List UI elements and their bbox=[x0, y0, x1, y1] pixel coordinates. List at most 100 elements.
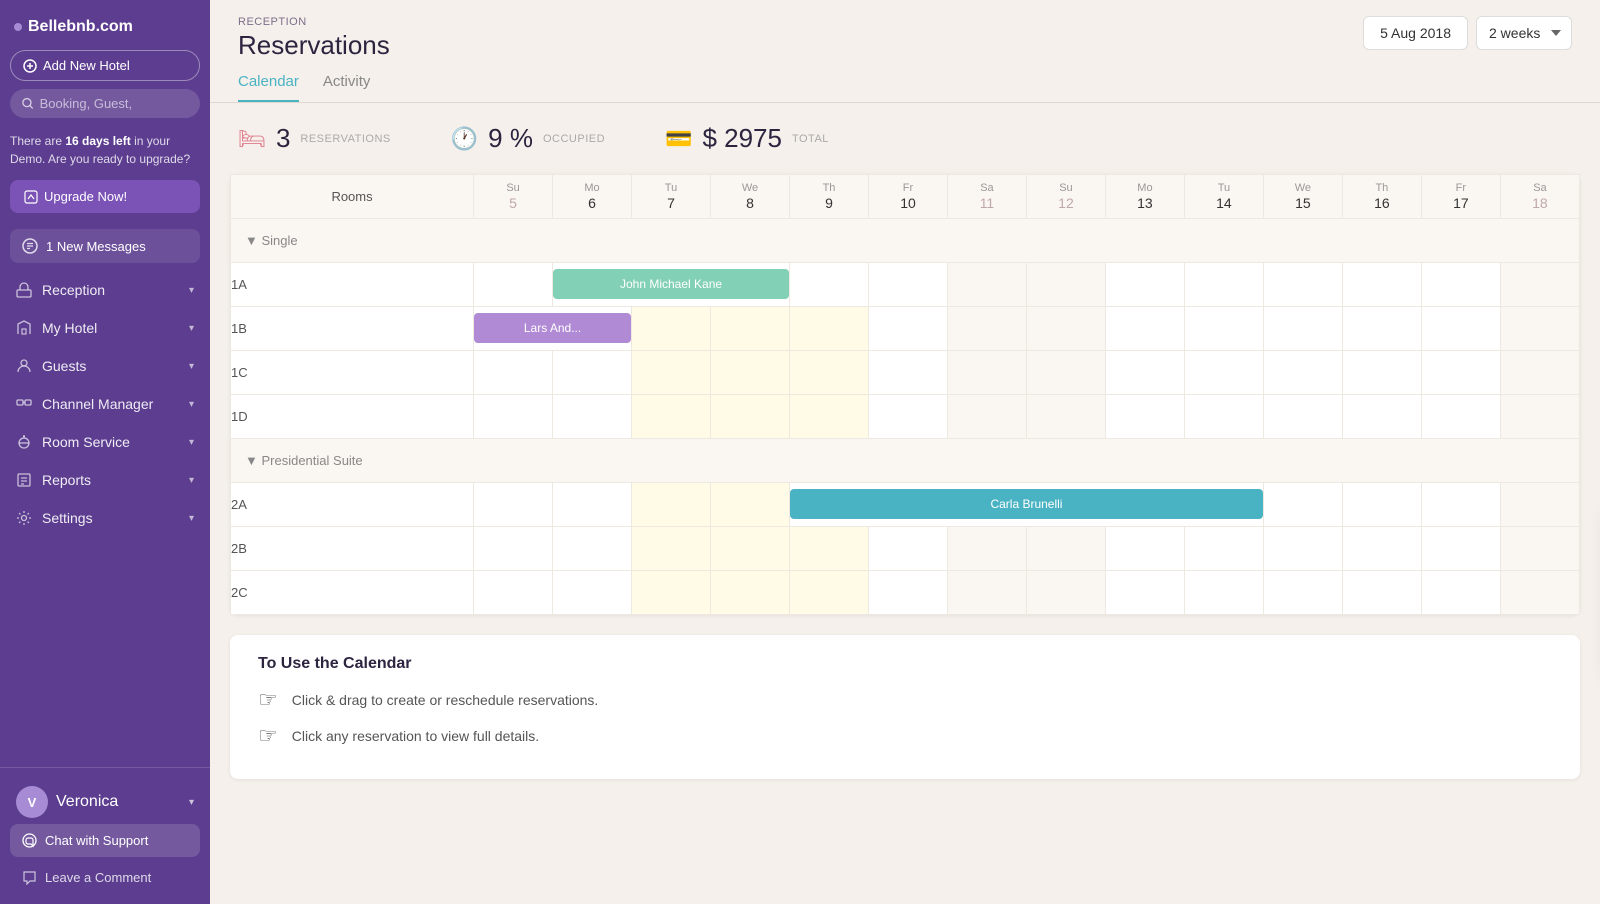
day-cell[interactable] bbox=[868, 571, 947, 615]
day-cell[interactable] bbox=[553, 483, 632, 527]
day-cell[interactable] bbox=[947, 571, 1026, 615]
day-cell[interactable] bbox=[711, 483, 790, 527]
day-cell[interactable] bbox=[1105, 527, 1184, 571]
day-cell[interactable] bbox=[474, 483, 553, 527]
tab-calendar[interactable]: Calendar bbox=[238, 73, 299, 102]
day-cell[interactable] bbox=[711, 351, 790, 395]
day-cell[interactable] bbox=[790, 351, 869, 395]
day-cell[interactable] bbox=[1026, 307, 1105, 351]
day-cell[interactable] bbox=[632, 571, 711, 615]
day-cell[interactable] bbox=[868, 527, 947, 571]
day-cell[interactable] bbox=[1184, 571, 1263, 615]
sidebar-item-room-service[interactable]: Room Service ▾ bbox=[0, 423, 210, 461]
day-cell[interactable] bbox=[1421, 571, 1500, 615]
day-cell[interactable] bbox=[632, 483, 711, 527]
day-cell[interactable] bbox=[1500, 351, 1579, 395]
day-cell[interactable] bbox=[1105, 395, 1184, 439]
reservation-carla[interactable]: Carla Brunelli bbox=[790, 489, 1263, 519]
add-new-hotel-button[interactable]: Add New Hotel bbox=[10, 50, 200, 81]
day-cell[interactable] bbox=[474, 263, 553, 307]
chat-support-button[interactable]: Chat with Support bbox=[10, 824, 200, 857]
day-cell[interactable] bbox=[1421, 483, 1500, 527]
day-cell[interactable] bbox=[632, 527, 711, 571]
day-cell[interactable] bbox=[1421, 263, 1500, 307]
day-cell[interactable] bbox=[553, 527, 632, 571]
day-cell[interactable] bbox=[1500, 527, 1579, 571]
day-cell[interactable] bbox=[868, 351, 947, 395]
day-cell[interactable] bbox=[1263, 395, 1342, 439]
day-cell[interactable] bbox=[1105, 571, 1184, 615]
sidebar-item-settings[interactable]: Settings ▾ bbox=[0, 499, 210, 537]
day-cell[interactable] bbox=[474, 571, 553, 615]
day-cell[interactable] bbox=[1342, 307, 1421, 351]
day-cell[interactable] bbox=[474, 527, 553, 571]
period-select[interactable]: 2 weeks 1 week 4 weeks bbox=[1476, 16, 1572, 50]
day-cell[interactable] bbox=[1105, 307, 1184, 351]
day-cell[interactable] bbox=[1184, 395, 1263, 439]
day-cell[interactable] bbox=[632, 307, 711, 351]
day-cell[interactable] bbox=[1263, 351, 1342, 395]
day-cell[interactable] bbox=[1421, 395, 1500, 439]
day-cell[interactable] bbox=[1026, 351, 1105, 395]
day-cell[interactable] bbox=[1500, 571, 1579, 615]
sidebar-item-guests[interactable]: Guests ▾ bbox=[0, 347, 210, 385]
day-cell[interactable] bbox=[790, 395, 869, 439]
day-cell[interactable] bbox=[1342, 263, 1421, 307]
day-cell[interactable] bbox=[1263, 527, 1342, 571]
day-cell[interactable] bbox=[1342, 483, 1421, 527]
upgrade-now-button[interactable]: Upgrade Now! bbox=[10, 180, 200, 213]
day-cell[interactable] bbox=[1500, 395, 1579, 439]
day-cell[interactable] bbox=[947, 395, 1026, 439]
day-cell[interactable] bbox=[1105, 263, 1184, 307]
day-cell[interactable] bbox=[947, 351, 1026, 395]
day-cell[interactable] bbox=[474, 351, 553, 395]
day-cell[interactable] bbox=[790, 527, 869, 571]
user-profile[interactable]: V Veronica ▾ bbox=[10, 780, 200, 824]
day-cell[interactable] bbox=[1342, 395, 1421, 439]
day-cell[interactable] bbox=[1421, 351, 1500, 395]
messages-item[interactable]: 1 New Messages bbox=[10, 229, 200, 263]
day-cell[interactable] bbox=[711, 571, 790, 615]
day-cell[interactable] bbox=[1026, 263, 1105, 307]
day-cell[interactable] bbox=[947, 527, 1026, 571]
day-cell[interactable] bbox=[790, 307, 869, 351]
day-cell[interactable] bbox=[868, 395, 947, 439]
reservation-bar[interactable]: Lars And... bbox=[474, 313, 631, 343]
tab-activity[interactable]: Activity bbox=[323, 73, 371, 102]
search-input[interactable] bbox=[40, 96, 188, 111]
day-cell[interactable] bbox=[1263, 483, 1342, 527]
sidebar-item-reports[interactable]: Reports ▾ bbox=[0, 461, 210, 499]
day-cell[interactable] bbox=[1184, 351, 1263, 395]
day-cell[interactable]: John Michael Kane bbox=[553, 263, 790, 307]
day-cell[interactable] bbox=[1500, 263, 1579, 307]
day-cell[interactable] bbox=[474, 395, 553, 439]
day-cell[interactable] bbox=[1342, 351, 1421, 395]
sidebar-item-reception[interactable]: Reception ▾ bbox=[0, 271, 210, 309]
day-cell[interactable] bbox=[947, 263, 1026, 307]
day-cell[interactable] bbox=[868, 263, 947, 307]
day-cell[interactable] bbox=[553, 571, 632, 615]
sidebar-item-channel-manager[interactable]: Channel Manager ▾ bbox=[0, 385, 210, 423]
day-cell[interactable] bbox=[868, 307, 947, 351]
day-cell[interactable] bbox=[1263, 307, 1342, 351]
day-cell[interactable] bbox=[1026, 527, 1105, 571]
day-cell[interactable] bbox=[1263, 571, 1342, 615]
day-cell[interactable] bbox=[1184, 307, 1263, 351]
reservation-bar[interactable]: John Michael Kane bbox=[553, 269, 789, 299]
search-box[interactable] bbox=[10, 89, 200, 118]
date-picker-button[interactable]: 5 Aug 2018 bbox=[1363, 16, 1468, 50]
day-cell[interactable] bbox=[1263, 263, 1342, 307]
leave-comment-button[interactable]: Leave a Comment bbox=[10, 863, 200, 892]
day-cell[interactable] bbox=[632, 351, 711, 395]
day-cell[interactable] bbox=[790, 571, 869, 615]
day-cell[interactable] bbox=[1421, 307, 1500, 351]
day-cell[interactable] bbox=[1342, 571, 1421, 615]
day-cell[interactable] bbox=[711, 307, 790, 351]
day-cell[interactable] bbox=[1342, 527, 1421, 571]
day-cell[interactable] bbox=[1500, 483, 1579, 527]
day-cell[interactable] bbox=[553, 395, 632, 439]
day-cell[interactable] bbox=[711, 527, 790, 571]
day-cell[interactable] bbox=[1500, 307, 1579, 351]
day-cell[interactable] bbox=[1421, 527, 1500, 571]
sidebar-item-my-hotel[interactable]: My Hotel ▾ bbox=[0, 309, 210, 347]
